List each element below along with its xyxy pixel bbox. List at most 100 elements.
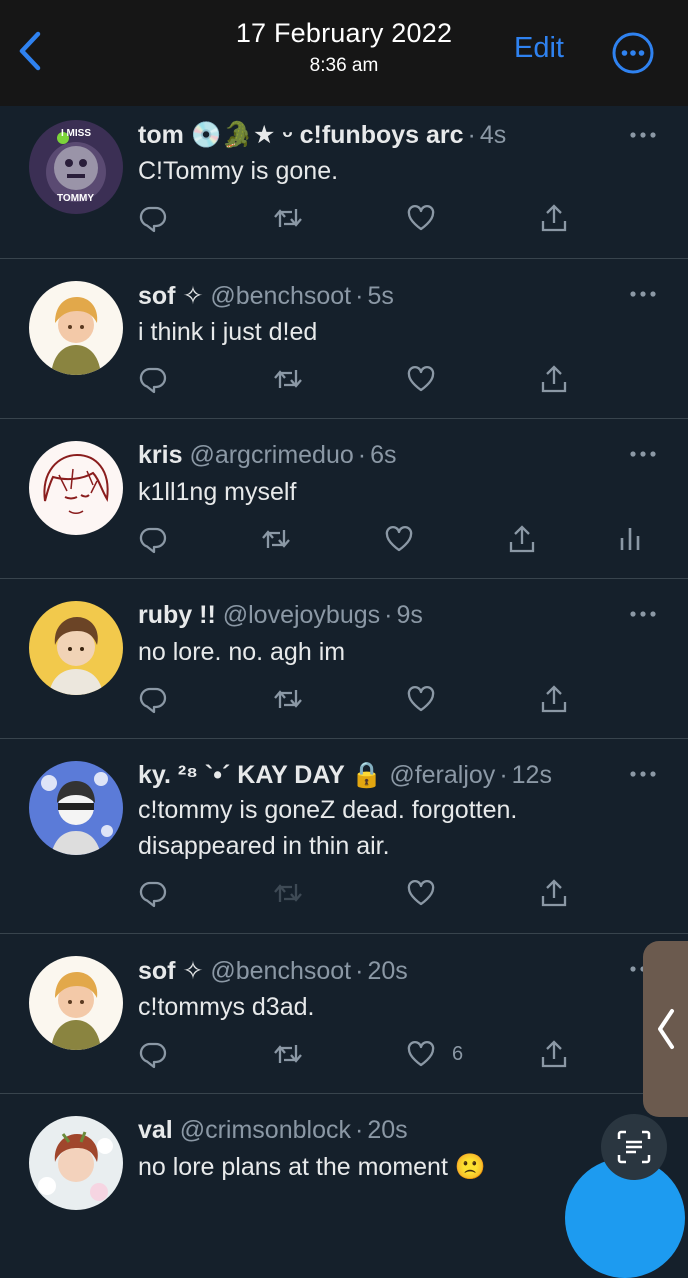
display-name[interactable]: ruby !! [138, 601, 216, 629]
user-handle[interactable]: @crimsonblock [180, 1116, 351, 1144]
tweet-header: tom 💿🐊★ ᵕ c!funboys arc · 4s [138, 120, 506, 150]
share-icon[interactable] [507, 524, 537, 554]
tweet-menu-icon[interactable] [628, 130, 658, 140]
tweet-actions [0, 878, 688, 912]
text-scan-icon [617, 1130, 651, 1164]
avatar[interactable] [29, 1116, 123, 1210]
tweet-text: k1ll1ng myself [138, 478, 297, 506]
tweet-time: 6s [370, 441, 397, 469]
separator-dot: · [354, 1116, 364, 1144]
tweet[interactable]: I MISS TOMMY tom 💿🐊★ ᵕ c!funboys arc · 4s … [0, 100, 688, 258]
separator-dot: · [384, 601, 393, 629]
avatar[interactable] [29, 441, 123, 535]
tweet-text: i think i just d!ed [138, 318, 318, 346]
tweet-header: kris @argcrimeduo · 6s [138, 441, 397, 470]
tweet-menu-icon[interactable] [628, 609, 658, 619]
tweet-text: no lore plans at the moment 🙁 [138, 1153, 486, 1181]
separator-dot: · [355, 957, 364, 985]
separator-dot: · [499, 761, 508, 789]
retweet-icon[interactable] [273, 364, 303, 394]
avatar[interactable] [29, 281, 123, 375]
tweet-time: 20s [367, 1116, 408, 1144]
reply-icon[interactable] [138, 524, 168, 554]
display-name[interactable]: tom 💿🐊★ ᵕ c!funboys arc [138, 121, 464, 149]
share-icon[interactable] [539, 364, 569, 394]
share-icon[interactable] [539, 1039, 569, 1069]
share-icon[interactable] [539, 684, 569, 714]
avatar[interactable] [29, 956, 123, 1050]
user-handle[interactable]: @argcrimeduo [189, 441, 353, 469]
avatar[interactable]: I MISS TOMMY [29, 120, 123, 214]
retweet-icon[interactable] [273, 684, 303, 714]
share-icon[interactable] [539, 203, 569, 233]
tweet-header: ruby !! @lovejoybugs · 9s [138, 601, 423, 630]
svg-text:I MISS: I MISS [61, 128, 91, 139]
user-handle[interactable]: @benchsoot [210, 957, 351, 985]
heart-icon[interactable] [406, 203, 436, 233]
reply-icon[interactable] [138, 684, 168, 714]
heart-icon[interactable] [406, 364, 436, 394]
edit-button[interactable]: Edit [514, 32, 564, 65]
tweet[interactable]: ky. ²⁸ `•´ KAY DAY 🔒 @feraljoy · 12s c!tom… [0, 738, 688, 934]
display-name[interactable]: ky. ²⁸ `•´ KAY DAY 🔒 [138, 761, 382, 789]
heart-icon[interactable] [406, 1039, 436, 1069]
tweet-actions [0, 524, 688, 558]
chevron-left-icon [658, 1009, 674, 1049]
tweet-menu-icon[interactable] [628, 289, 658, 299]
heart-icon[interactable] [384, 524, 414, 554]
tweet-text: no lore. no. agh im [138, 638, 346, 666]
photo-header-bar: 17 February 2022 8:36 am Edit [0, 0, 688, 106]
tweet-time: 4s [479, 121, 507, 149]
separator-dot: · [357, 441, 367, 469]
heart-icon[interactable] [406, 878, 436, 908]
tweet-header: sof ✧ @benchsoot · 5s [138, 281, 394, 311]
tweet-actions [0, 684, 688, 718]
tweet-text: c!tommys d3ad. [138, 993, 315, 1021]
tweet-time: 9s [396, 601, 423, 629]
display-name[interactable]: val [138, 1116, 173, 1144]
avatar[interactable] [29, 601, 123, 695]
display-name[interactable]: sof ✧ [138, 282, 203, 310]
user-handle[interactable]: @lovejoybugs [223, 601, 380, 629]
user-handle[interactable]: @feraljoy [389, 761, 495, 789]
tweet-time: 12s [511, 761, 552, 789]
retweet-icon[interactable] [261, 524, 291, 554]
analytics-icon[interactable] [615, 524, 645, 554]
reply-icon[interactable] [138, 1039, 168, 1069]
photo-date: 17 February 2022 [235, 18, 453, 48]
retweet-icon[interactable] [273, 203, 303, 233]
photo-time: 8:36 am [309, 55, 379, 76]
tweet-text: C!Tommy is gone. [138, 157, 339, 185]
tweet-time: 5s [367, 282, 394, 310]
tweet-menu-icon[interactable] [628, 449, 658, 459]
tweet[interactable]: ruby !! @lovejoybugs · 9s no lore. no. agh… [0, 578, 688, 739]
display-name[interactable]: kris [138, 441, 182, 469]
reply-icon[interactable] [138, 878, 168, 908]
tweet-actions [0, 364, 688, 398]
like-count: 6 [452, 1043, 464, 1065]
tweet[interactable]: kris @argcrimeduo · 6s k1ll1ng myself [0, 418, 688, 579]
heart-icon[interactable] [406, 684, 436, 714]
retweet-icon [273, 878, 303, 908]
tweet[interactable]: sof ✧ @benchsoot · 5s i think i just d!ed [0, 258, 688, 419]
tweet[interactable]: sof ✧ @benchsoot · 20s c!tommys d3ad. 6 [0, 933, 688, 1094]
tweet-time: 20s [367, 957, 408, 985]
tweet-menu-icon[interactable] [628, 769, 658, 779]
separator-dot: · [467, 121, 476, 149]
tweet-actions [0, 203, 688, 237]
side-panel-handle[interactable] [643, 941, 688, 1117]
text-scan-button[interactable] [601, 1114, 667, 1180]
tweet-header: sof ✧ @benchsoot · 20s [138, 956, 408, 986]
tweet-header: ky. ²⁸ `•´ KAY DAY 🔒 @feraljoy · 12s [138, 761, 552, 790]
user-handle[interactable]: @benchsoot [210, 282, 351, 310]
date-time-block: 17 February 2022 8:36 am [0, 18, 688, 77]
share-icon[interactable] [539, 878, 569, 908]
reply-icon[interactable] [138, 203, 168, 233]
tweet-header: val @crimsonblock · 20s [138, 1116, 408, 1145]
chevron-left-icon[interactable] [12, 28, 46, 74]
reply-icon[interactable] [138, 364, 168, 394]
avatar[interactable] [29, 761, 123, 855]
display-name[interactable]: sof ✧ [138, 957, 203, 985]
more-circle-icon[interactable] [612, 32, 654, 74]
retweet-icon[interactable] [273, 1039, 303, 1069]
